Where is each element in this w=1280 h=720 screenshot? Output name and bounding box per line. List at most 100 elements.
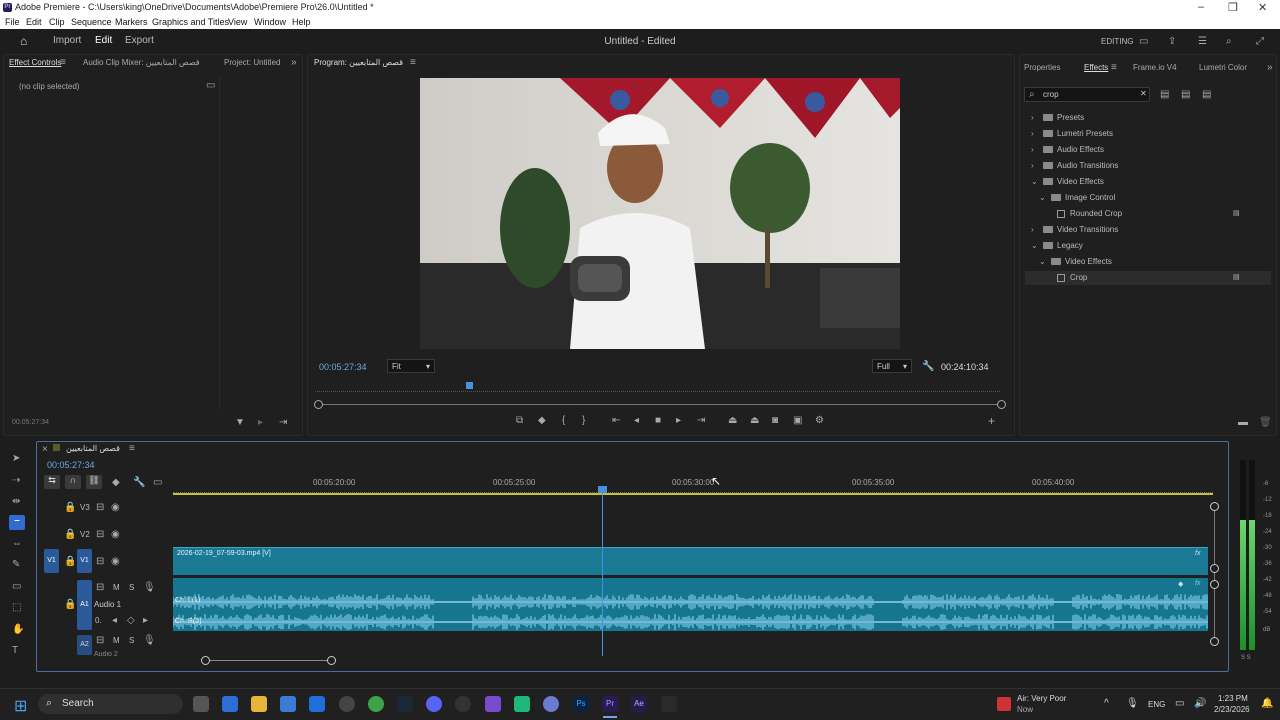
track-select-icon[interactable]: ⇢	[12, 476, 20, 486]
program-menu-icon[interactable]: ≡	[410, 58, 416, 68]
effects-search-input[interactable]: ⌕ crop ✕	[1024, 87, 1150, 102]
menu-window[interactable]: Window	[254, 17, 286, 27]
photoshop-icon[interactable]: Ps	[573, 696, 589, 712]
lock-icon[interactable]: 🔒	[64, 600, 76, 610]
vscroll-handle[interactable]	[1210, 564, 1219, 573]
effects-item-audio-effects[interactable]: › Audio Effects	[1031, 145, 1104, 157]
linked-selection-icon[interactable]: ⛓	[86, 475, 102, 489]
clock-date[interactable]: 2/23/2026	[1214, 705, 1250, 714]
solo-button[interactable]: S	[129, 636, 134, 645]
effects-item-legacy[interactable]: ⌄ Legacy	[1031, 241, 1083, 253]
tab-frameio[interactable]: Frame.io V4	[1133, 63, 1177, 72]
solo-button[interactable]: S	[129, 583, 134, 592]
export-frame-icon[interactable]: ⇥	[279, 418, 287, 428]
close-icon[interactable]: ✕	[1258, 1, 1267, 14]
ripple-edit-icon[interactable]: ⇹	[12, 497, 20, 507]
work-area-bar[interactable]	[173, 493, 1213, 495]
resolution-dropdown[interactable]: Full ▾	[872, 359, 912, 373]
settings-icon[interactable]: ⚙	[815, 416, 824, 426]
effects-item-legacy-video-effects[interactable]: ⌄ Video Effects	[1039, 257, 1112, 269]
settings-app-icon[interactable]	[339, 696, 355, 712]
sync-lock-icon[interactable]: ⊟	[96, 530, 104, 540]
new-bin-icon[interactable]: ▬	[1238, 418, 1248, 428]
menu-edit[interactable]: Edit	[26, 17, 42, 27]
close-sequence-icon[interactable]: ×	[42, 445, 48, 455]
filter-icon[interactable]: ▼	[235, 418, 245, 428]
horizontal-zoom-bar[interactable]	[205, 660, 332, 661]
discord-icon[interactable]	[426, 696, 442, 712]
pen-tool-icon[interactable]: ✎	[12, 560, 20, 570]
prev-keyframe-icon[interactable]: ◂	[112, 616, 117, 626]
after-effects-icon[interactable]: Ae	[631, 696, 647, 712]
app-icon[interactable]	[661, 696, 677, 712]
weather-title[interactable]: Air: Very Poor	[1017, 694, 1066, 703]
step-forward-icon[interactable]: ▸	[676, 416, 681, 426]
camera-icon[interactable]: ◙	[772, 416, 778, 426]
panel-menu-icon[interactable]: ≡	[60, 58, 66, 68]
nest-toggle-icon[interactable]: ⇆	[44, 475, 60, 489]
next-keyframe-icon[interactable]: ▸	[143, 616, 148, 626]
program-ruler[interactable]	[315, 386, 1000, 392]
source-patch-v1[interactable]: V1	[44, 549, 59, 573]
menu-help[interactable]: Help	[292, 17, 311, 27]
meter-solo-buttons[interactable]: S S	[1241, 655, 1251, 661]
vscroll-handle[interactable]	[1210, 502, 1219, 511]
mark-in-icon[interactable]: {	[562, 416, 565, 426]
effects-item-video-effects[interactable]: ⌄ Video Effects	[1031, 177, 1104, 189]
effects-item-crop[interactable]: Crop	[1057, 273, 1087, 285]
slip-tool-icon[interactable]: ⇔	[12, 539, 22, 549]
effects-item-audio-transitions[interactable]: › Audio Transitions	[1031, 161, 1118, 173]
hand-tool-icon[interactable]: ✋	[12, 625, 24, 635]
lock-icon[interactable]: 🔒	[64, 530, 76, 540]
more-tabs-icon[interactable]: »	[291, 58, 297, 68]
menu-view[interactable]: View	[228, 17, 247, 27]
program-current-timecode[interactable]: 00:05:27:34	[319, 362, 367, 372]
timeline-timecode[interactable]: 00:05:27:34	[47, 460, 95, 470]
tab-lumetri[interactable]: Lumetri Color	[1199, 63, 1247, 72]
track-target-a1[interactable]: A1	[77, 580, 92, 630]
weather-icon[interactable]	[997, 697, 1011, 711]
vscroll-handle[interactable]	[1210, 580, 1219, 589]
audio-clip[interactable]: fx ◆ Ch. L(1) Ch. R(2)	[173, 578, 1208, 631]
add-button-icon[interactable]: +	[988, 415, 995, 427]
razor-tool-icon[interactable]: ⎯	[9, 515, 25, 530]
go-to-in-icon[interactable]: ⇤	[612, 416, 620, 426]
video-clip[interactable]: 2026-02-19_07-59-03.mp4 [V] fx	[173, 547, 1208, 575]
lift-icon[interactable]: ⏏	[728, 416, 737, 426]
network-icon[interactable]: ▭	[1175, 699, 1184, 709]
chevron-up-icon[interactable]: ^	[1104, 699, 1109, 709]
menu-markers[interactable]: Markers	[115, 17, 148, 27]
lock-icon[interactable]: 🔒	[64, 503, 76, 513]
timeline-playhead-handle[interactable]	[598, 486, 607, 493]
mute-button[interactable]: M	[113, 583, 120, 592]
program-title[interactable]: Program: قصص المتابعيين	[314, 58, 403, 67]
app-icon[interactable]	[514, 696, 530, 712]
accelerated-effects-icon[interactable]: ▤	[1160, 90, 1169, 100]
captions-icon[interactable]: ▭	[153, 478, 162, 488]
workspace-label[interactable]: EDITING	[1101, 37, 1133, 46]
scroll-handle-left[interactable]	[314, 400, 323, 409]
effects-item-presets[interactable]: › Presets	[1031, 113, 1084, 125]
microphone-icon[interactable]: 🎙	[143, 583, 156, 593]
menu-file[interactable]: File	[5, 17, 20, 27]
add-keyframe-icon[interactable]: ◇	[127, 616, 135, 626]
sync-lock-icon[interactable]: ⊟	[96, 503, 104, 513]
app-icon[interactable]	[543, 696, 559, 712]
microphone-icon[interactable]: 🎙	[143, 636, 156, 646]
tab-effect-controls[interactable]: Effect Controls	[9, 58, 61, 67]
effects-item-rounded-crop[interactable]: Rounded Crop	[1057, 209, 1122, 221]
sync-lock-icon[interactable]: ⊟	[96, 636, 104, 646]
taskbar-search[interactable]: ⌕ Search	[38, 694, 183, 714]
extract-icon[interactable]: ⏏	[750, 416, 759, 426]
tab-audio-clip-mixer[interactable]: Audio Clip Mixer: قصص المتابعيين	[83, 58, 200, 67]
comparison-view-icon[interactable]: ▣	[793, 416, 802, 426]
panel-icon[interactable]: ▭	[1139, 37, 1148, 47]
step-back-icon[interactable]: ◂	[634, 416, 639, 426]
windows-start-icon[interactable]: ⊞	[14, 696, 27, 716]
tab-properties[interactable]: Properties	[1024, 63, 1060, 72]
tab-effects[interactable]: Effects	[1084, 63, 1108, 72]
steam-icon[interactable]	[397, 696, 413, 712]
premiere-icon[interactable]: Pr	[602, 696, 618, 712]
program-scroll-track[interactable]	[318, 404, 1002, 405]
language-indicator[interactable]: ENG	[1148, 700, 1165, 709]
